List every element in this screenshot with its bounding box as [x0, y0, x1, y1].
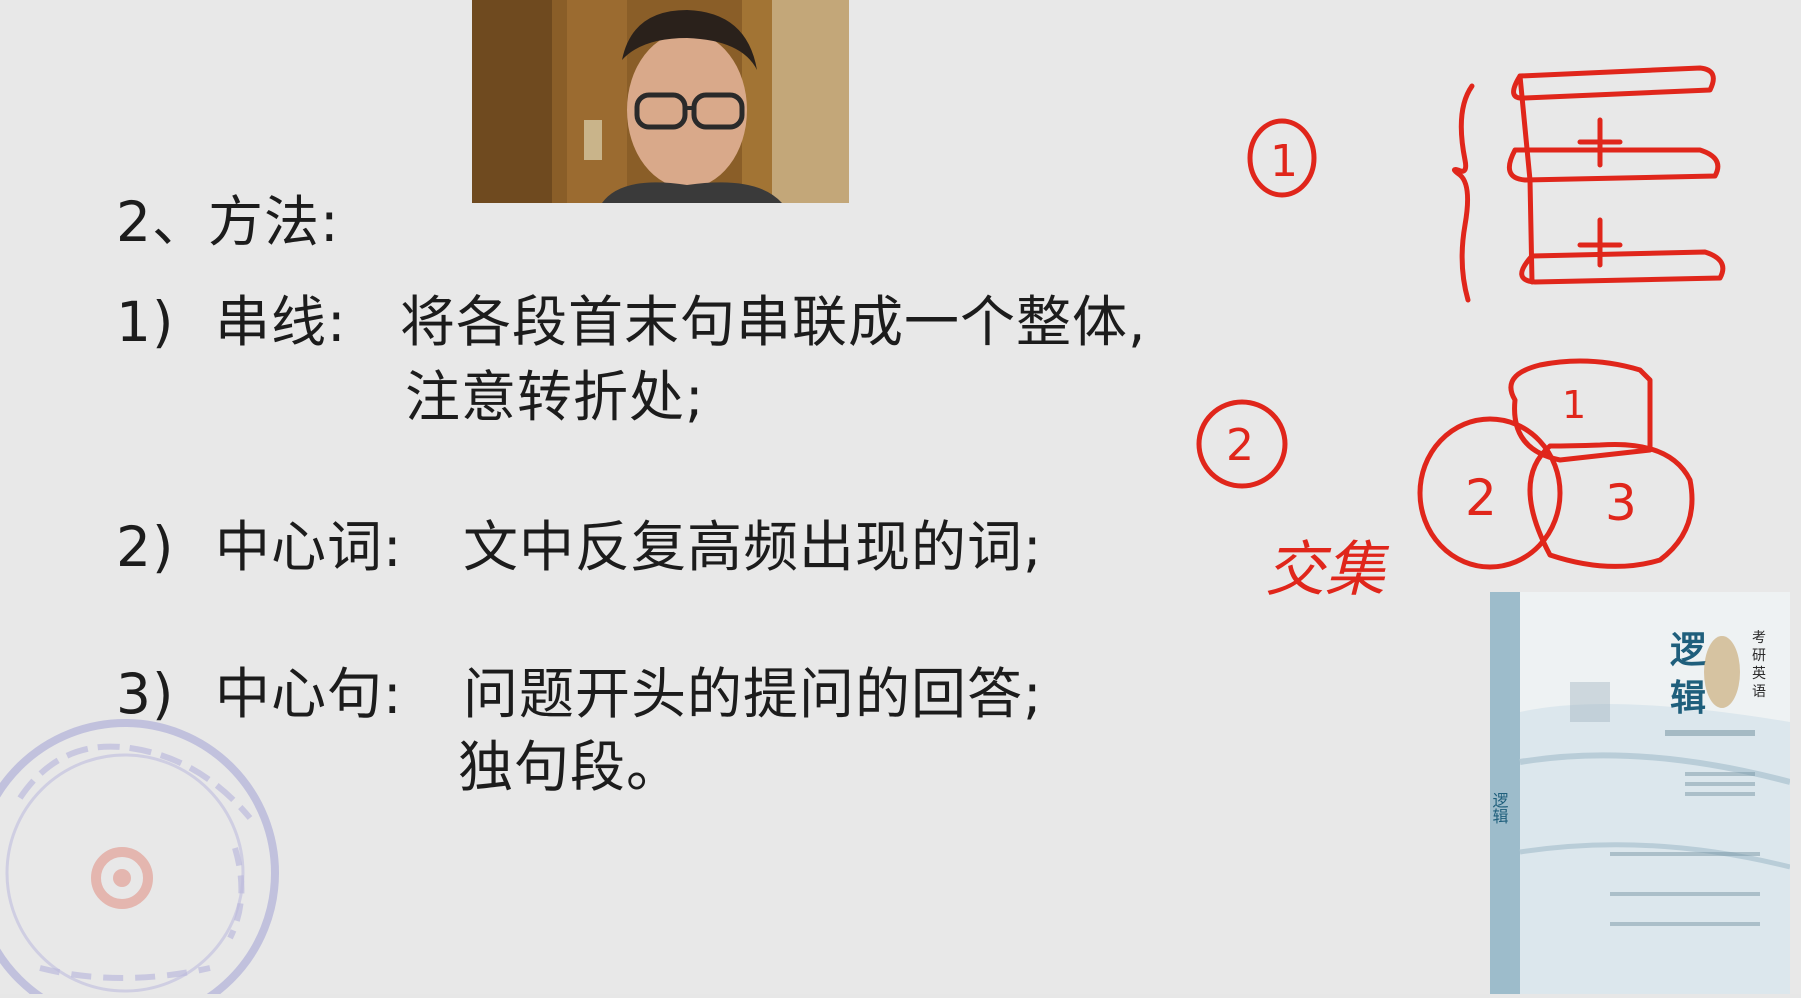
- webcam-video-feed: [472, 0, 849, 203]
- book-subtitle-char-3: 英: [1752, 665, 1766, 682]
- venn-label-2: 2: [1465, 469, 1497, 527]
- slide-heading: 2、方法:: [116, 190, 340, 254]
- book-subtitle-char-1: 考: [1752, 630, 1766, 646]
- book-subtitle-char-2: 研: [1752, 648, 1766, 664]
- book-spine-title: 逻辑: [1490, 792, 1509, 824]
- item-1-line-2: 注意转折处;: [405, 365, 705, 429]
- item-1-term: 串线:: [215, 290, 347, 354]
- book-title-char-1: 逻: [1670, 630, 1706, 671]
- circle-label-1: 1: [1270, 136, 1298, 187]
- item-3-term: 中心句:: [215, 662, 403, 726]
- book-cover-image: 逻 辑 考 研 英 语 逻辑: [1490, 592, 1791, 994]
- stamp-watermark: [0, 718, 300, 998]
- book-title-char-2: 辑: [1670, 678, 1706, 719]
- handwritten-intersection: 交集: [1265, 535, 1390, 605]
- venn-label-3: 3: [1605, 474, 1637, 532]
- item-3-line-1: 问题开头的提问的回答;: [463, 662, 1043, 726]
- venn-label-1: 1: [1562, 383, 1586, 427]
- circle-label-2: 2: [1226, 420, 1254, 471]
- item-1-number: 1): [116, 290, 175, 354]
- item-1-line-1: 将各段首末句串联成一个整体,: [400, 290, 1147, 354]
- item-2-line-1: 文中反复高频出现的词;: [463, 515, 1043, 579]
- item-3-number: 3): [116, 662, 175, 726]
- handwritten-annotations: 1 2 1 2 3 交集: [1196, 65, 1726, 605]
- item-2-term: 中心词:: [215, 515, 403, 579]
- item-2-number: 2): [116, 515, 175, 579]
- item-3-line-2: 独句段。: [458, 735, 683, 799]
- book-subtitle-char-4: 语: [1752, 684, 1766, 700]
